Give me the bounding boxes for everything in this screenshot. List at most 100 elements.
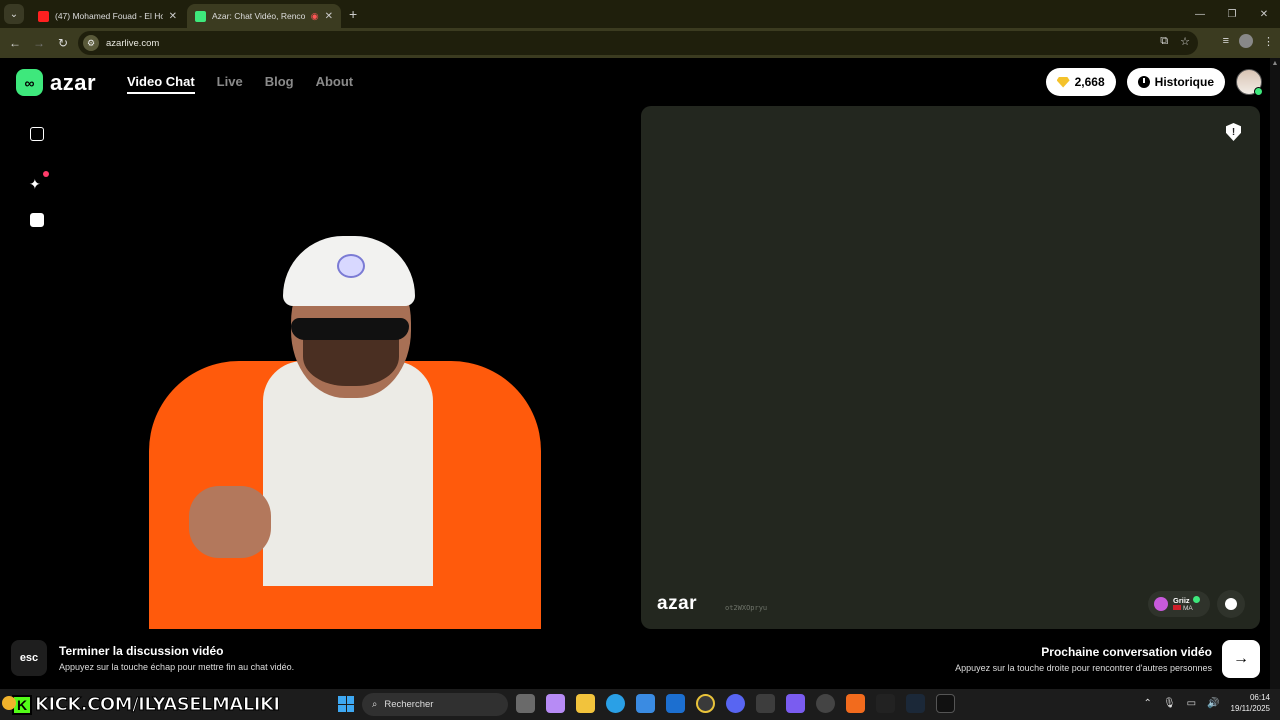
recording-icon: ◉	[310, 10, 319, 21]
azar-logo[interactable]: ∞ azar	[16, 69, 96, 96]
taskbar-search[interactable]: ⌕ Rechercher	[362, 693, 508, 716]
remote-video-panel: ! azar ot2WXOpryu Griiz MA	[641, 106, 1260, 629]
tab-title: (47) Mohamed Fouad - El Hob	[55, 11, 163, 21]
next-chat-title: Prochaine conversation vidéo	[1041, 645, 1212, 659]
next-chat-subtitle: Appuyez sur la touche droite pour rencon…	[955, 663, 1212, 673]
window-controls: — ❐ ✕	[1184, 0, 1280, 28]
app-window-icon[interactable]	[756, 694, 775, 713]
store-icon[interactable]	[636, 694, 655, 713]
online-status-icon	[1254, 87, 1263, 96]
main-nav: Video Chat Live Blog About	[127, 74, 353, 94]
tab-search-icon[interactable]: ⌄	[4, 4, 24, 24]
bookmark-star-icon[interactable]: ☆	[1180, 35, 1190, 48]
media-control-icon[interactable]: ≡	[1223, 35, 1229, 47]
tab-youtube[interactable]: (47) Mohamed Fouad - El Hob ✕	[30, 4, 185, 28]
overlay-text: KICK.COM/ILYASELMALIKI	[35, 694, 281, 716]
history-button[interactable]: Historique	[1126, 68, 1225, 96]
capcut-icon[interactable]	[936, 694, 955, 713]
display-icon[interactable]: ▭	[1187, 698, 1196, 709]
discord-icon[interactable]	[726, 694, 745, 713]
taskbar-clock[interactable]: 06:14 19/11/2025	[1231, 692, 1270, 714]
search-icon: ⌕	[372, 699, 378, 710]
reload-icon[interactable]: ↻	[51, 36, 75, 50]
next-arrow-button[interactable]: →	[1222, 640, 1260, 678]
remote-user-chip[interactable]: Griiz MA	[1148, 591, 1210, 617]
chat-button[interactable]	[1217, 590, 1245, 618]
youtube-icon	[38, 10, 49, 22]
tab-title: Azar: Chat Vidéo, Rencontre	[212, 11, 305, 21]
cap-logo	[337, 254, 365, 278]
browser-tab-bar: ⌄ (47) Mohamed Fouad - El Hob ✕ Azar: Ch…	[0, 0, 1280, 28]
local-video-panel: ✦	[11, 106, 630, 629]
clock-date: 19/11/2025	[1230, 704, 1270, 713]
report-shield-icon[interactable]: !	[1226, 123, 1241, 141]
next-chat-hint: Prochaine conversation vidéo Appuyez sur…	[955, 640, 1260, 678]
minimize-icon[interactable]: —	[1184, 9, 1216, 20]
url-text[interactable]: azarlive.com	[106, 38, 159, 49]
azar-favicon-icon	[195, 10, 206, 22]
local-video-feed	[141, 236, 561, 629]
clock-icon	[1137, 76, 1150, 88]
copilot-icon[interactable]	[546, 694, 565, 713]
remote-user-country: MA	[1183, 605, 1193, 612]
task-view-icon[interactable]	[516, 694, 535, 713]
new-tab-button[interactable]: +	[349, 6, 357, 22]
file-explorer-icon[interactable]	[576, 694, 595, 713]
morocco-flag-icon	[1173, 605, 1181, 610]
more-menu-icon[interactable]: ⋮	[1263, 35, 1274, 48]
stream-overlay-banner: K KICK.COM/ILYASELMALIKI	[2, 694, 281, 716]
close-tab-icon[interactable]: ✕	[169, 11, 177, 22]
remote-watermark-logo: azar	[657, 593, 698, 614]
esc-key-button[interactable]: esc	[11, 640, 47, 676]
end-chat-hint: esc Terminer la discussion vidéo Appuyez…	[11, 640, 294, 676]
gems-button[interactable]: 2,668	[1045, 68, 1116, 96]
url-field[interactable]: ⚙ azarlive.com ⧉ ☆	[78, 31, 1198, 55]
history-label: Historique	[1154, 75, 1214, 89]
fist	[189, 486, 271, 558]
remote-session-id: ot2WXOpryu	[725, 604, 768, 612]
restore-icon[interactable]: ❐	[1216, 9, 1248, 20]
nav-blog[interactable]: Blog	[265, 74, 294, 94]
volume-icon[interactable]: 🔊	[1207, 698, 1219, 709]
azar-page: ∞ azar Video Chat Live Blog About 2,668 …	[0, 58, 1280, 689]
close-window-icon[interactable]: ✕	[1248, 9, 1280, 20]
windows-start-icon[interactable]	[338, 696, 354, 712]
site-header: ∞ azar Video Chat Live Blog About 2,668 …	[0, 58, 1270, 106]
sunglasses	[291, 318, 409, 340]
effects-sparkle-icon[interactable]: ✦	[29, 171, 49, 193]
verified-icon	[1192, 596, 1200, 603]
chrome-icon[interactable]	[696, 694, 715, 713]
remote-user-name: Griiz	[1173, 596, 1190, 605]
app-a-icon[interactable]	[846, 694, 865, 713]
nav-video-chat[interactable]: Video Chat	[127, 74, 195, 94]
edge-icon[interactable]	[606, 694, 625, 713]
forward-icon[interactable]: →	[27, 36, 51, 50]
game-controller-icon[interactable]	[786, 694, 805, 713]
moon-icon	[2, 696, 16, 710]
minimize-video-icon[interactable]	[30, 127, 44, 141]
outlook-icon[interactable]	[666, 694, 685, 713]
page-scrollbar[interactable]: ▲	[1270, 58, 1280, 689]
end-chat-title: Terminer la discussion vidéo	[59, 644, 224, 658]
steam-icon[interactable]	[906, 694, 925, 713]
scroll-up-icon[interactable]: ▲	[1270, 60, 1280, 67]
back-icon[interactable]: ←	[3, 36, 27, 50]
address-bar-row: ← → ↻ ⚙ azarlive.com ⧉ ☆ ≡ ⋮	[0, 28, 1280, 58]
face-filter-icon[interactable]	[30, 213, 44, 227]
end-chat-subtitle: Appuyez sur la touche échap pour mettre …	[59, 662, 295, 672]
gem-icon	[1056, 76, 1070, 88]
profile-avatar[interactable]	[1239, 34, 1253, 48]
site-info-icon[interactable]: ⚙	[83, 35, 99, 51]
user-avatar[interactable]	[1236, 69, 1263, 96]
obs-icon[interactable]	[816, 694, 835, 713]
nav-about[interactable]: About	[316, 74, 354, 94]
gems-count: 2,668	[1074, 75, 1105, 89]
close-tab-icon[interactable]: ✕	[325, 11, 333, 22]
system-tray: ⌃ 🎙 ▭ 🔊 06:14 19/11/2025	[1144, 692, 1270, 714]
microphone-icon[interactable]: 🎙	[1163, 698, 1176, 709]
tab-azar[interactable]: Azar: Chat Vidéo, Rencontre ◉ ✕	[187, 4, 341, 28]
nav-live[interactable]: Live	[217, 74, 243, 94]
tray-chevron-icon[interactable]: ⌃	[1144, 698, 1152, 709]
app-dark-icon[interactable]	[876, 694, 895, 713]
install-app-icon[interactable]: ⧉	[1160, 35, 1168, 48]
